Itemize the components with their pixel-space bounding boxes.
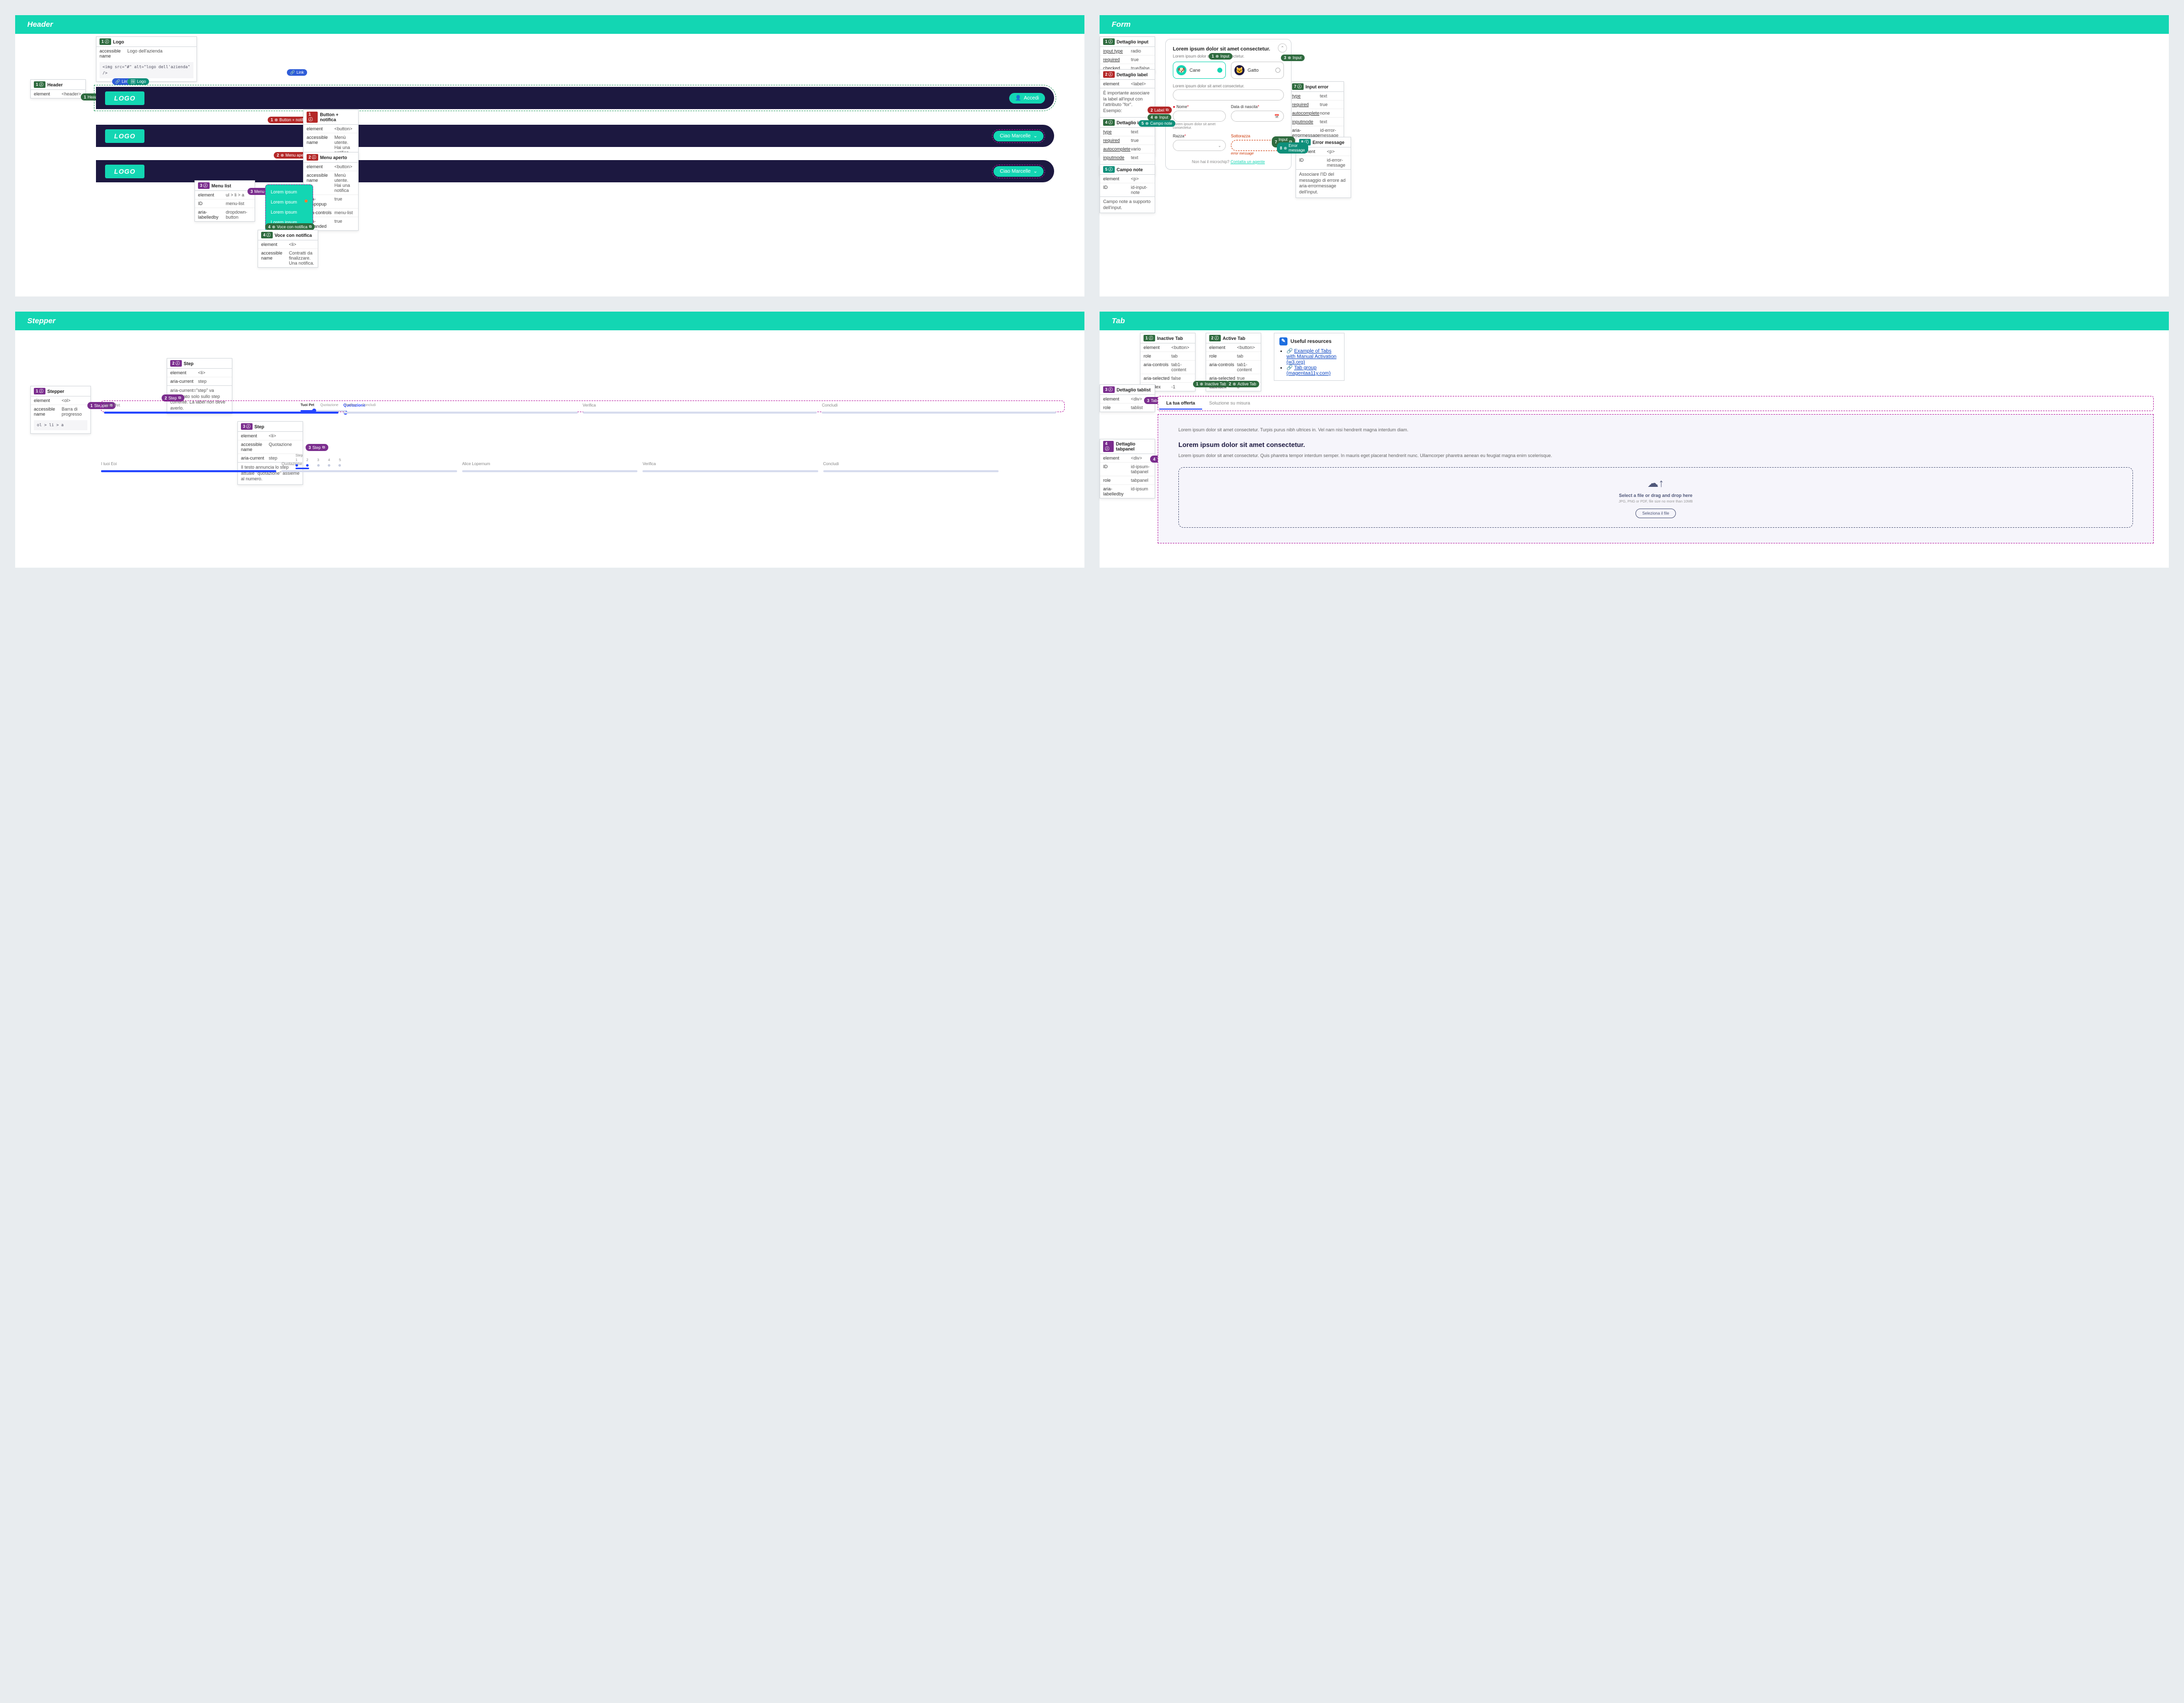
chip-label: 2Label⧉ [1148, 107, 1172, 114]
card-tabpanel: 4 ⓘDettaglio tabpanel element<div> IDid-… [1100, 439, 1155, 498]
header-bar-2: LOGO Ciao Marcelle⌄ [96, 125, 1054, 147]
card-stepper: 1 ⓘStepper element<ol> accessible nameBa… [30, 386, 91, 434]
chevron-down-icon: ⌄ [1218, 143, 1221, 148]
subrace-error: error message [1231, 152, 1284, 156]
logo[interactable]: LOGO [105, 129, 144, 143]
section-title-header: Header [15, 15, 1084, 34]
upload-dropzone[interactable]: ☁︎↑ Select a file or drag and drop here … [1178, 467, 2133, 528]
section-form: Form 1 ⓘDettaglio input input typeradio … [1100, 15, 2169, 296]
card-logo: 1 ⓘLogo accessible nameLogo dell'azienda… [96, 36, 197, 82]
cloud-upload-icon: ☁︎↑ [1188, 477, 2123, 490]
chevron-down-icon: ⌄ [1033, 169, 1037, 174]
header-bar-3: LOGO Ciao Marcelle⌄ [96, 160, 1054, 182]
select-file-button[interactable]: Seleziona il file [1635, 509, 1675, 518]
card-header-el: 1 ⓘHeader element<header> [30, 79, 86, 98]
form-panel: ⌃ Lorem ipsum dolor sit amet consectetur… [1165, 39, 1292, 170]
microchip-note: Non hai il microchip? Contatta un agente [1173, 160, 1284, 164]
card-campo-note: 5 ⓘCampo note element<p> IDid-input-note… [1100, 164, 1155, 213]
resource-link[interactable]: 🔗 Tab group (magentaa11y.com) [1286, 365, 1339, 376]
section-stepper: Stepper 1 ⓘStepper element<ol> accessibl… [15, 312, 1084, 568]
chip-error-msg: 8⊕Error message [1277, 142, 1308, 154]
breed-select[interactable]: ⌄ [1173, 140, 1226, 151]
dob-label: Data di nascita* [1231, 105, 1284, 109]
user-icon: 👤 [1015, 95, 1021, 101]
card-menu-list: 3 ⓘMenu list elementul > li > a IDmenu-l… [194, 180, 255, 222]
breed-label: Razza* [1173, 134, 1226, 138]
section-title-tab: Tab [1100, 312, 2169, 330]
stepper-bar-2: I tuoi Eoi Quotazione Alice Lopernum Ver… [101, 462, 1004, 468]
section-header: Header 1 ⓘLogo accessible nameLogo dell'… [15, 15, 1084, 296]
book-icon: ✎ [1279, 337, 1287, 345]
resource-link[interactable]: 🔗 Example of Tabs with Manual Activation… [1286, 348, 1339, 365]
lorem-input[interactable] [1173, 89, 1284, 101]
card-input-radio: 1 ⓘDettaglio input input typeradio requi… [1100, 36, 1155, 73]
card-badge: 1 ⓘ [100, 38, 111, 45]
chip-step-bottom: 3Step⧉ [306, 444, 328, 451]
tablist: La tua offerta Soluzione su misura [1158, 396, 2154, 411]
dog-icon: 🐶 [1176, 65, 1186, 75]
chip-inactive-tab: 1⊕Inactive Tab [1193, 381, 1229, 387]
logo[interactable]: LOGO [105, 91, 144, 105]
chip-active-tab: 2⊕Active Tab [1226, 381, 1259, 387]
useful-resources: ✎Useful resources 🔗 Example of Tabs with… [1274, 333, 1345, 381]
chip-step: 2Step⧉ [162, 394, 184, 402]
cat-icon: 🐱 [1234, 65, 1245, 75]
accedi-button[interactable]: 👤Accedi [1009, 93, 1045, 104]
card-title: Logo [113, 39, 124, 44]
logo[interactable]: LOGO [105, 165, 144, 178]
section-title-form: Form [1100, 15, 2169, 34]
tab-offer[interactable]: La tua offerta [1159, 397, 1202, 410]
chevron-down-icon: ⌄ [1033, 133, 1037, 139]
tab-solution[interactable]: Soluzione su misura [1202, 397, 1257, 410]
name-note: Lorem ipsum dolor sit amet consectetur. [1173, 123, 1226, 130]
stepper-bar-1: I tuoi Pet Quotazione Verifica Concludi [101, 401, 1064, 412]
card-voce-notifica: 4 ⓘVoce con notifica element<li> accessi… [258, 230, 318, 268]
code-snippet: <img src="#" alt="logo dell'azienda" /> [100, 62, 193, 78]
user-menu-button[interactable]: Ciao Marcelle⌄ [994, 131, 1044, 141]
calendar-icon: 📅 [1274, 114, 1279, 119]
dropdown-item[interactable]: Lorem ipsum [268, 187, 311, 197]
name-input[interactable] [1173, 111, 1226, 122]
stepper-out-labels: Tuoi Pet Quotazione Verifica Concludi [301, 404, 376, 407]
form-title: Lorem ipsum dolor sit amet consectetur. [1173, 46, 1284, 52]
agent-link[interactable]: Contatta un agente [1230, 160, 1265, 164]
panel-heading: Lorem ipsum dolor sit amet consectetur. [1178, 441, 2133, 448]
pet-option-dog[interactable]: 🐶Cane [1173, 62, 1226, 79]
pet-option-cat[interactable]: 🐱Gatto [1231, 62, 1284, 79]
tabpanel: Lorem ipsum dolor sit amet consectetur. … [1158, 414, 2154, 543]
dob-input[interactable]: 📅 [1231, 111, 1284, 122]
stepper-mini: Step 1 2 3 4 5 [295, 454, 341, 469]
header-bar-1: LOGO 👤Accedi [96, 87, 1054, 109]
dropdown-item[interactable]: Lorem ipsum [268, 207, 311, 217]
card-input-error: 7 ⓘInput error typetext requiredtrue aut… [1288, 81, 1344, 140]
chip-input-3: 3⊕Input [1281, 55, 1305, 61]
section-tab: Tab 1 ⓘInactive Tab element<button> role… [1100, 312, 2169, 568]
dropdown-item[interactable]: Lorem ipsum [268, 197, 311, 207]
section-title-stepper: Stepper [15, 312, 1084, 330]
collapse-icon[interactable]: ⌃ [1278, 43, 1287, 53]
chip-voce-notifica: 4⊕Voce con notifica⧉ [265, 223, 315, 230]
name-label: ● Nome* [1173, 105, 1226, 109]
chip-logo: 🖼Logo [127, 78, 149, 85]
user-menu-button-open[interactable]: Ciao Marcelle⌄ [994, 166, 1044, 177]
card-inactive-tab: 1 ⓘInactive Tab element<button> roletab … [1140, 333, 1196, 391]
chip-campo-note: 5⊕Campo note [1138, 120, 1175, 127]
notification-dot-icon [305, 199, 308, 203]
chip-link-accedi: 🔗Link [287, 69, 307, 76]
chip-input-radio: 1⊕Input [1209, 53, 1232, 60]
card-step-bottom: 3 ⓘStep element<li> accessible nameQuota… [237, 421, 303, 485]
